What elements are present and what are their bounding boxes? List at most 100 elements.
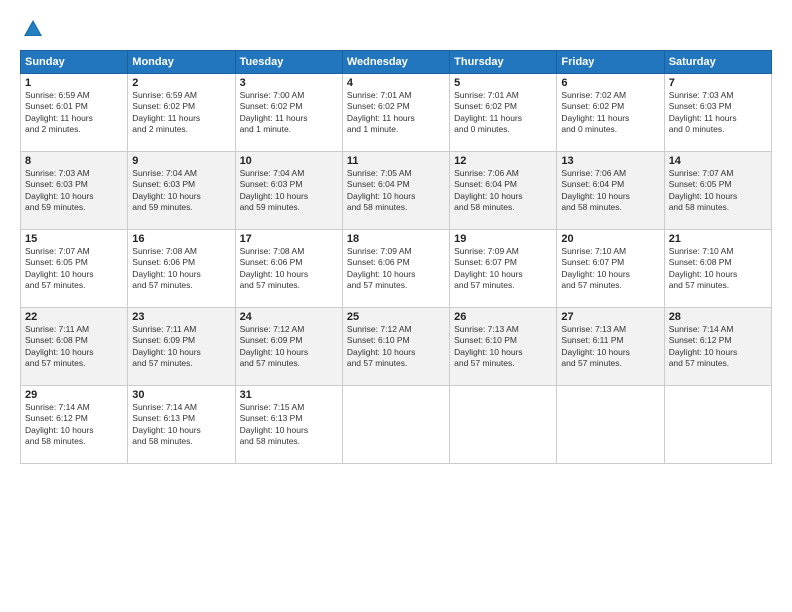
col-saturday: Saturday [664, 51, 771, 74]
calendar-cell: 16Sunrise: 7:08 AMSunset: 6:06 PMDayligh… [128, 230, 235, 308]
day-info: Sunrise: 7:09 AMSunset: 6:07 PMDaylight:… [454, 246, 552, 292]
calendar-cell: 14Sunrise: 7:07 AMSunset: 6:05 PMDayligh… [664, 152, 771, 230]
calendar-cell: 22Sunrise: 7:11 AMSunset: 6:08 PMDayligh… [21, 308, 128, 386]
calendar-cell: 27Sunrise: 7:13 AMSunset: 6:11 PMDayligh… [557, 308, 664, 386]
day-number: 18 [347, 233, 445, 245]
day-number: 9 [132, 155, 230, 167]
calendar-cell: 21Sunrise: 7:10 AMSunset: 6:08 PMDayligh… [664, 230, 771, 308]
col-sunday: Sunday [21, 51, 128, 74]
calendar-cell: 6Sunrise: 7:02 AMSunset: 6:02 PMDaylight… [557, 74, 664, 152]
calendar-cell [342, 386, 449, 464]
day-info: Sunrise: 7:12 AMSunset: 6:09 PMDaylight:… [240, 324, 338, 370]
day-info: Sunrise: 7:03 AMSunset: 6:03 PMDaylight:… [669, 90, 767, 136]
day-number: 14 [669, 155, 767, 167]
calendar-cell: 23Sunrise: 7:11 AMSunset: 6:09 PMDayligh… [128, 308, 235, 386]
calendar-week-1: 1Sunrise: 6:59 AMSunset: 6:01 PMDaylight… [21, 74, 772, 152]
col-friday: Friday [557, 51, 664, 74]
day-info: Sunrise: 6:59 AMSunset: 6:02 PMDaylight:… [132, 90, 230, 136]
day-info: Sunrise: 7:08 AMSunset: 6:06 PMDaylight:… [240, 246, 338, 292]
day-number: 5 [454, 77, 552, 89]
day-number: 8 [25, 155, 123, 167]
day-info: Sunrise: 7:00 AMSunset: 6:02 PMDaylight:… [240, 90, 338, 136]
calendar-cell: 13Sunrise: 7:06 AMSunset: 6:04 PMDayligh… [557, 152, 664, 230]
day-info: Sunrise: 7:10 AMSunset: 6:08 PMDaylight:… [669, 246, 767, 292]
calendar-week-2: 8Sunrise: 7:03 AMSunset: 6:03 PMDaylight… [21, 152, 772, 230]
day-number: 10 [240, 155, 338, 167]
day-number: 15 [25, 233, 123, 245]
calendar-cell: 4Sunrise: 7:01 AMSunset: 6:02 PMDaylight… [342, 74, 449, 152]
calendar-cell: 29Sunrise: 7:14 AMSunset: 6:12 PMDayligh… [21, 386, 128, 464]
calendar-cell: 2Sunrise: 6:59 AMSunset: 6:02 PMDaylight… [128, 74, 235, 152]
logo-icon [22, 18, 44, 40]
day-info: Sunrise: 7:07 AMSunset: 6:05 PMDaylight:… [25, 246, 123, 292]
col-thursday: Thursday [450, 51, 557, 74]
day-info: Sunrise: 7:08 AMSunset: 6:06 PMDaylight:… [132, 246, 230, 292]
day-info: Sunrise: 7:02 AMSunset: 6:02 PMDaylight:… [561, 90, 659, 136]
calendar-week-4: 22Sunrise: 7:11 AMSunset: 6:08 PMDayligh… [21, 308, 772, 386]
calendar-cell: 26Sunrise: 7:13 AMSunset: 6:10 PMDayligh… [450, 308, 557, 386]
day-number: 1 [25, 77, 123, 89]
day-number: 20 [561, 233, 659, 245]
logo [20, 18, 44, 40]
day-info: Sunrise: 7:04 AMSunset: 6:03 PMDaylight:… [240, 168, 338, 214]
col-monday: Monday [128, 51, 235, 74]
day-number: 13 [561, 155, 659, 167]
day-info: Sunrise: 7:14 AMSunset: 6:12 PMDaylight:… [25, 402, 123, 448]
day-number: 22 [25, 311, 123, 323]
day-number: 31 [240, 389, 338, 401]
calendar-cell: 20Sunrise: 7:10 AMSunset: 6:07 PMDayligh… [557, 230, 664, 308]
calendar-cell: 5Sunrise: 7:01 AMSunset: 6:02 PMDaylight… [450, 74, 557, 152]
calendar-cell: 7Sunrise: 7:03 AMSunset: 6:03 PMDaylight… [664, 74, 771, 152]
day-info: Sunrise: 7:06 AMSunset: 6:04 PMDaylight:… [561, 168, 659, 214]
day-number: 26 [454, 311, 552, 323]
calendar-cell: 8Sunrise: 7:03 AMSunset: 6:03 PMDaylight… [21, 152, 128, 230]
day-number: 11 [347, 155, 445, 167]
day-number: 12 [454, 155, 552, 167]
day-number: 24 [240, 311, 338, 323]
calendar-cell: 11Sunrise: 7:05 AMSunset: 6:04 PMDayligh… [342, 152, 449, 230]
day-info: Sunrise: 7:14 AMSunset: 6:12 PMDaylight:… [669, 324, 767, 370]
calendar-cell [450, 386, 557, 464]
calendar-cell: 12Sunrise: 7:06 AMSunset: 6:04 PMDayligh… [450, 152, 557, 230]
day-number: 17 [240, 233, 338, 245]
day-info: Sunrise: 7:01 AMSunset: 6:02 PMDaylight:… [454, 90, 552, 136]
day-number: 25 [347, 311, 445, 323]
day-info: Sunrise: 7:14 AMSunset: 6:13 PMDaylight:… [132, 402, 230, 448]
day-info: Sunrise: 7:11 AMSunset: 6:09 PMDaylight:… [132, 324, 230, 370]
calendar-cell [664, 386, 771, 464]
calendar-cell: 18Sunrise: 7:09 AMSunset: 6:06 PMDayligh… [342, 230, 449, 308]
calendar-cell: 30Sunrise: 7:14 AMSunset: 6:13 PMDayligh… [128, 386, 235, 464]
day-info: Sunrise: 7:05 AMSunset: 6:04 PMDaylight:… [347, 168, 445, 214]
day-number: 2 [132, 77, 230, 89]
day-number: 28 [669, 311, 767, 323]
day-number: 4 [347, 77, 445, 89]
day-number: 16 [132, 233, 230, 245]
calendar-cell: 31Sunrise: 7:15 AMSunset: 6:13 PMDayligh… [235, 386, 342, 464]
header-row: Sunday Monday Tuesday Wednesday Thursday… [21, 51, 772, 74]
day-number: 29 [25, 389, 123, 401]
day-info: Sunrise: 7:01 AMSunset: 6:02 PMDaylight:… [347, 90, 445, 136]
col-tuesday: Tuesday [235, 51, 342, 74]
calendar: Sunday Monday Tuesday Wednesday Thursday… [20, 50, 772, 464]
day-info: Sunrise: 7:13 AMSunset: 6:11 PMDaylight:… [561, 324, 659, 370]
day-info: Sunrise: 6:59 AMSunset: 6:01 PMDaylight:… [25, 90, 123, 136]
calendar-cell [557, 386, 664, 464]
calendar-cell: 19Sunrise: 7:09 AMSunset: 6:07 PMDayligh… [450, 230, 557, 308]
day-info: Sunrise: 7:11 AMSunset: 6:08 PMDaylight:… [25, 324, 123, 370]
page: Sunday Monday Tuesday Wednesday Thursday… [0, 0, 792, 612]
day-info: Sunrise: 7:06 AMSunset: 6:04 PMDaylight:… [454, 168, 552, 214]
day-info: Sunrise: 7:15 AMSunset: 6:13 PMDaylight:… [240, 402, 338, 448]
calendar-week-3: 15Sunrise: 7:07 AMSunset: 6:05 PMDayligh… [21, 230, 772, 308]
calendar-cell: 15Sunrise: 7:07 AMSunset: 6:05 PMDayligh… [21, 230, 128, 308]
day-number: 3 [240, 77, 338, 89]
calendar-cell: 24Sunrise: 7:12 AMSunset: 6:09 PMDayligh… [235, 308, 342, 386]
day-number: 19 [454, 233, 552, 245]
day-info: Sunrise: 7:13 AMSunset: 6:10 PMDaylight:… [454, 324, 552, 370]
col-wednesday: Wednesday [342, 51, 449, 74]
header [20, 18, 772, 40]
calendar-cell: 9Sunrise: 7:04 AMSunset: 6:03 PMDaylight… [128, 152, 235, 230]
day-number: 6 [561, 77, 659, 89]
day-number: 30 [132, 389, 230, 401]
day-info: Sunrise: 7:09 AMSunset: 6:06 PMDaylight:… [347, 246, 445, 292]
calendar-week-5: 29Sunrise: 7:14 AMSunset: 6:12 PMDayligh… [21, 386, 772, 464]
